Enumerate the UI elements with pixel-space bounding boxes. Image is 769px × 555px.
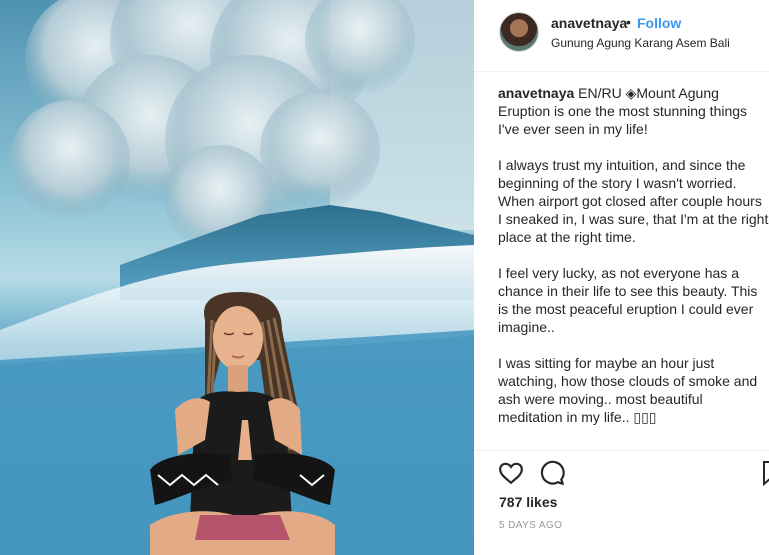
action-bar: 787 likes 5 DAYS AGO <box>474 450 769 555</box>
caption: anavetnaya EN/RU ◈Mount Agung Eruption i… <box>498 84 769 450</box>
photo-scene <box>0 0 474 555</box>
location-link[interactable]: Gunung Agung Karang Asem Bali <box>551 36 730 50</box>
header-username[interactable]: anavetnaya <box>551 15 627 31</box>
bookmark-icon[interactable] <box>762 460 769 486</box>
post-side-panel: anavetnaya • Follow Gunung Agung Karang … <box>474 0 769 555</box>
caption-username[interactable]: anavetnaya <box>498 85 574 101</box>
comment-bubble-icon[interactable] <box>539 460 565 486</box>
caption-first-paragraph: anavetnaya EN/RU ◈Mount Agung Eruption i… <box>498 84 769 138</box>
heart-icon[interactable] <box>498 460 524 486</box>
like-count[interactable]: 787 likes <box>499 494 557 510</box>
caption-paragraph: I feel very lucky, as not everyone has a… <box>498 265 758 335</box>
avatar[interactable] <box>499 12 539 52</box>
caption-paragraph: I always trust my intuition, and since t… <box>498 157 769 245</box>
post-photo[interactable] <box>0 0 474 555</box>
separator-dot: • <box>626 14 631 30</box>
caption-paragraph: I was sitting for maybe an hour just wat… <box>498 355 758 425</box>
post-header: anavetnaya • Follow Gunung Agung Karang … <box>474 0 769 72</box>
follow-button[interactable]: Follow <box>637 15 681 31</box>
post-timestamp[interactable]: 5 DAYS AGO <box>499 520 562 531</box>
